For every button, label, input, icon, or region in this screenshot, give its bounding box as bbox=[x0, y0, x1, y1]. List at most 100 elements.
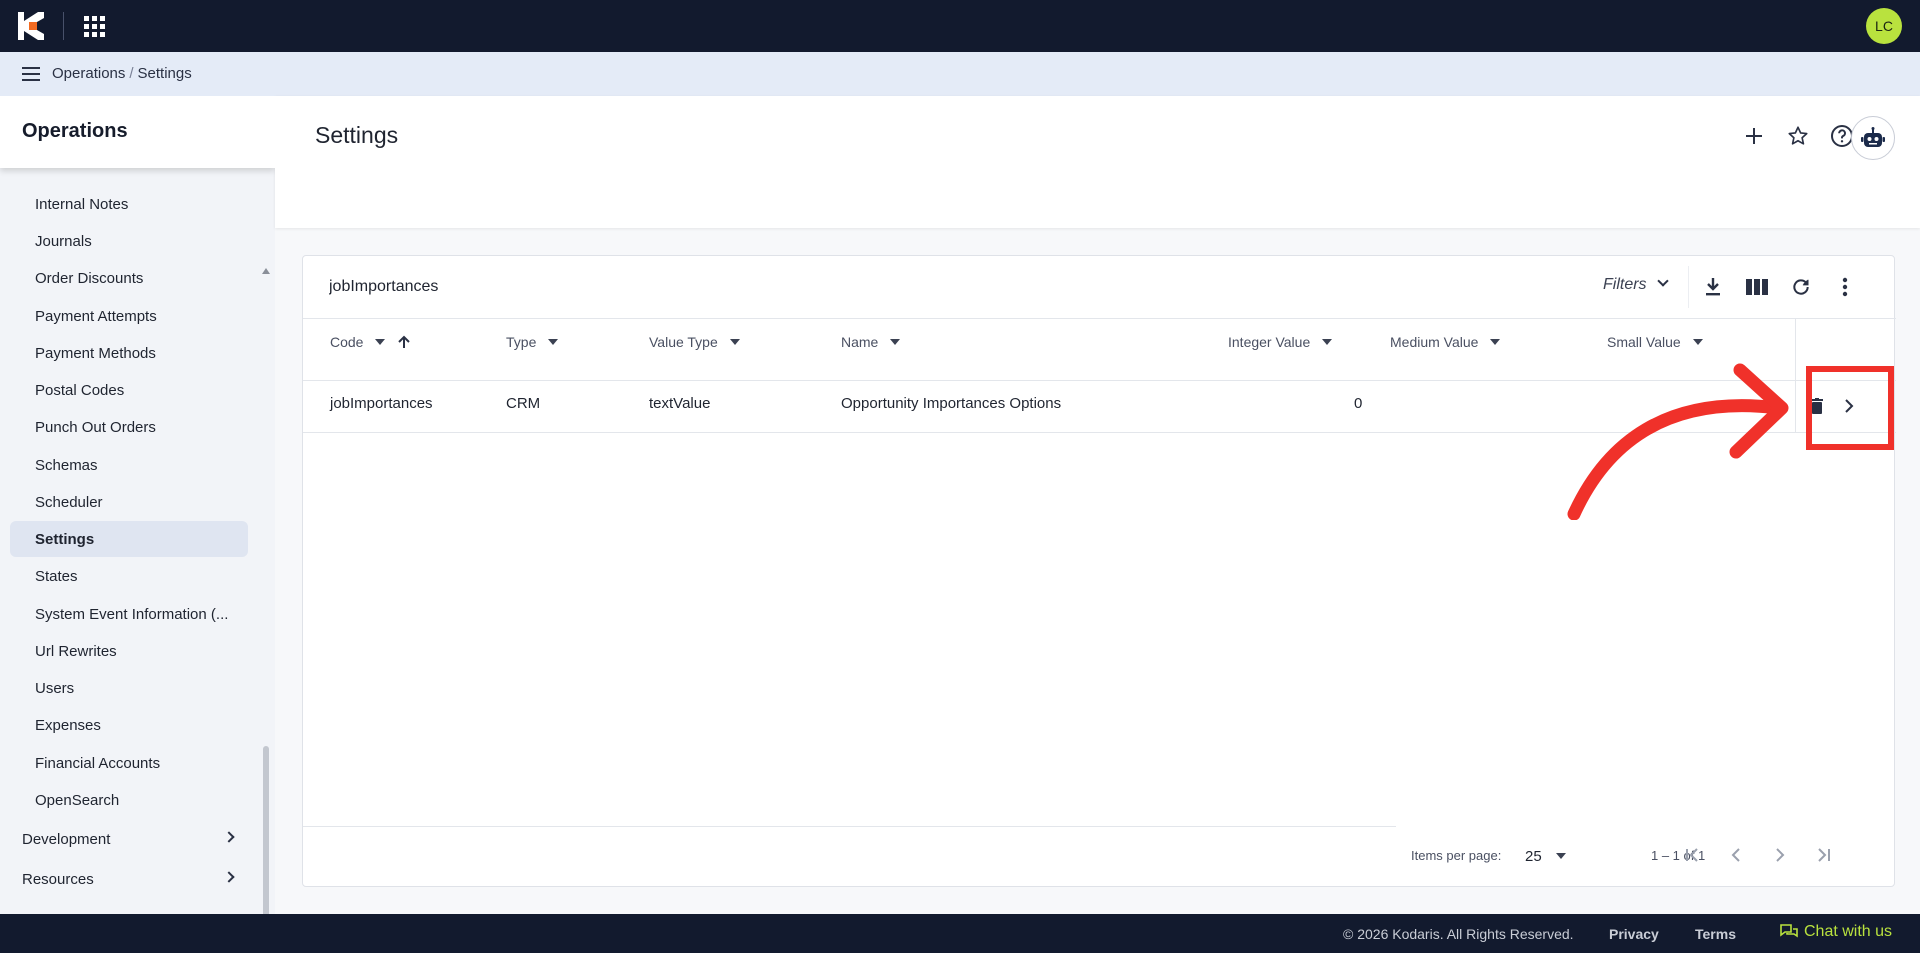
caret-down-icon[interactable] bbox=[729, 339, 740, 345]
column-header-integer-value[interactable]: Integer Value bbox=[1228, 332, 1333, 352]
column-header-name[interactable]: Name bbox=[841, 332, 901, 352]
cell-value-type: textValue bbox=[649, 395, 711, 412]
sidebar-header: Operations bbox=[0, 96, 275, 168]
chat-icon bbox=[1780, 924, 1798, 938]
apps-grid-icon[interactable] bbox=[82, 14, 106, 38]
page-header: Settings bbox=[275, 96, 1920, 228]
sidebar-item-payment-methods[interactable]: Payment Methods bbox=[10, 335, 248, 371]
sort-ascending-icon[interactable] bbox=[397, 335, 411, 349]
previous-page-button[interactable] bbox=[1720, 839, 1752, 871]
download-icon[interactable] bbox=[1700, 274, 1726, 300]
sidebar-item-url-rewrites[interactable]: Url Rewrites bbox=[10, 633, 248, 669]
chevron-right-icon bbox=[223, 871, 235, 883]
sidebar: Operations Internal Files Internal Notes… bbox=[0, 96, 275, 914]
page-title: Settings bbox=[315, 122, 399, 148]
filters-label: Filters bbox=[1603, 276, 1647, 293]
star-icon[interactable] bbox=[1778, 116, 1818, 156]
chevron-down-icon bbox=[1656, 275, 1669, 287]
caret-down-icon[interactable] bbox=[375, 339, 386, 345]
search-input[interactable] bbox=[303, 256, 1683, 318]
toolbar-divider bbox=[1688, 266, 1689, 308]
first-page-button[interactable] bbox=[1677, 839, 1709, 871]
column-header-label: Code bbox=[330, 334, 364, 350]
columns-icon[interactable] bbox=[1744, 274, 1770, 300]
sidebar-item-order-discounts[interactable]: Order Discounts bbox=[10, 260, 248, 296]
column-header-small-value[interactable]: Small Value bbox=[1607, 332, 1703, 352]
annotation-highlight-box bbox=[1806, 366, 1894, 450]
settings-table-card: Filters Code Type Value Type Name Intege… bbox=[302, 255, 1896, 887]
sidebar-scrollbar[interactable] bbox=[261, 168, 271, 914]
breadcrumb-settings: Settings bbox=[137, 65, 192, 82]
caret-down-icon[interactable] bbox=[890, 339, 901, 345]
next-page-button[interactable] bbox=[1764, 839, 1796, 871]
sidebar-item-expenses[interactable]: Expenses bbox=[10, 707, 248, 743]
caret-down-icon[interactable] bbox=[548, 339, 559, 345]
terms-link[interactable]: Terms bbox=[1695, 926, 1736, 942]
sidebar-group-development[interactable]: Development bbox=[0, 821, 245, 857]
column-header-label: Integer Value bbox=[1228, 334, 1311, 350]
column-header-value-type[interactable]: Value Type bbox=[649, 332, 740, 352]
sidebar-item-system-event-information[interactable]: System Event Information (... bbox=[10, 596, 248, 632]
breadcrumb: Operations / Settings bbox=[52, 65, 192, 82]
sidebar-item-journals[interactable]: Journals bbox=[10, 223, 248, 259]
user-avatar[interactable]: LC bbox=[1866, 8, 1902, 44]
topbar-divider bbox=[63, 12, 64, 40]
sidebar-item-punch-out-orders[interactable]: Punch Out Orders bbox=[10, 409, 248, 445]
privacy-link[interactable]: Privacy bbox=[1609, 926, 1659, 942]
sidebar-item-users[interactable]: Users bbox=[10, 670, 248, 706]
paginator-divider bbox=[303, 826, 1396, 827]
sidebar-item-states[interactable]: States bbox=[10, 558, 248, 594]
sidebar-item-schemas[interactable]: Schemas bbox=[10, 447, 248, 483]
cell-type: CRM bbox=[506, 395, 541, 412]
hamburger-menu-icon[interactable] bbox=[22, 67, 40, 81]
chat-with-us-button[interactable]: Chat with us bbox=[1780, 923, 1892, 941]
more-vert-icon[interactable] bbox=[1832, 274, 1858, 300]
items-per-page-value: 25 bbox=[1525, 847, 1542, 865]
last-page-button[interactable] bbox=[1807, 839, 1839, 871]
refresh-icon[interactable] bbox=[1788, 274, 1814, 300]
filters-button[interactable]: Filters bbox=[1603, 275, 1669, 294]
sidebar-title: Operations bbox=[22, 120, 128, 142]
sidebar-item-opensearch[interactable]: OpenSearch bbox=[10, 782, 248, 818]
toolbar-divider-line bbox=[303, 318, 1896, 319]
caret-down-icon bbox=[1555, 853, 1566, 859]
sidebar-item-internal-notes[interactable]: Internal Notes bbox=[10, 186, 248, 222]
sidebar-item-scheduler[interactable]: Scheduler bbox=[10, 484, 248, 520]
top-bar: LC bbox=[0, 0, 1920, 52]
caret-down-icon[interactable] bbox=[1322, 339, 1333, 345]
cell-name: Opportunity Importances Options bbox=[841, 395, 1062, 412]
column-header-type[interactable]: Type bbox=[506, 332, 559, 352]
breadcrumb-bar: Operations / Settings bbox=[0, 52, 1920, 96]
column-header-label: Name bbox=[841, 334, 879, 350]
annotation-arrow bbox=[1567, 363, 1789, 520]
cell-code: jobImportances bbox=[330, 395, 433, 412]
robot-assistant-icon[interactable] bbox=[1851, 116, 1895, 160]
column-header-label: Value Type bbox=[649, 334, 718, 350]
column-header-label: Small Value bbox=[1607, 334, 1681, 350]
sidebar-item-settings[interactable]: Settings bbox=[10, 521, 248, 557]
sidebar-item-payment-attempts[interactable]: Payment Attempts bbox=[10, 298, 248, 334]
sidebar-item-financial-accounts[interactable]: Financial Accounts bbox=[10, 745, 248, 781]
breadcrumb-operations[interactable]: Operations bbox=[52, 65, 125, 82]
items-per-page-select[interactable]: 25 bbox=[1525, 843, 1575, 869]
footer-bar: © 2026 Kodaris. All Rights Reserved. Pri… bbox=[0, 914, 1920, 953]
column-header-medium-value[interactable]: Medium Value bbox=[1390, 332, 1501, 352]
column-header-code[interactable]: Code bbox=[330, 332, 411, 352]
cell-integer-value: 0 bbox=[1354, 395, 1363, 412]
column-header-label: Medium Value bbox=[1390, 334, 1479, 350]
breadcrumb-separator: / bbox=[129, 65, 134, 82]
chevron-right-icon bbox=[223, 831, 235, 843]
sidebar-item-postal-codes[interactable]: Postal Codes bbox=[10, 372, 248, 408]
chat-label: Chat with us bbox=[1804, 923, 1893, 940]
items-per-page-label: Items per page: bbox=[1411, 848, 1502, 863]
scroll-up-icon[interactable] bbox=[262, 268, 270, 274]
sidebar-group-resources[interactable]: Resources bbox=[0, 861, 245, 897]
sidebar-group-label: Resources bbox=[22, 870, 94, 888]
kodaris-logo-icon[interactable] bbox=[18, 12, 44, 40]
plus-icon[interactable] bbox=[1734, 116, 1774, 156]
copyright-text: © 2026 Kodaris. All Rights Reserved. bbox=[1343, 926, 1574, 942]
caret-down-icon[interactable] bbox=[1692, 339, 1703, 345]
column-header-label: Type bbox=[506, 334, 537, 350]
scrollbar-thumb[interactable] bbox=[263, 746, 269, 914]
caret-down-icon[interactable] bbox=[1490, 339, 1501, 345]
